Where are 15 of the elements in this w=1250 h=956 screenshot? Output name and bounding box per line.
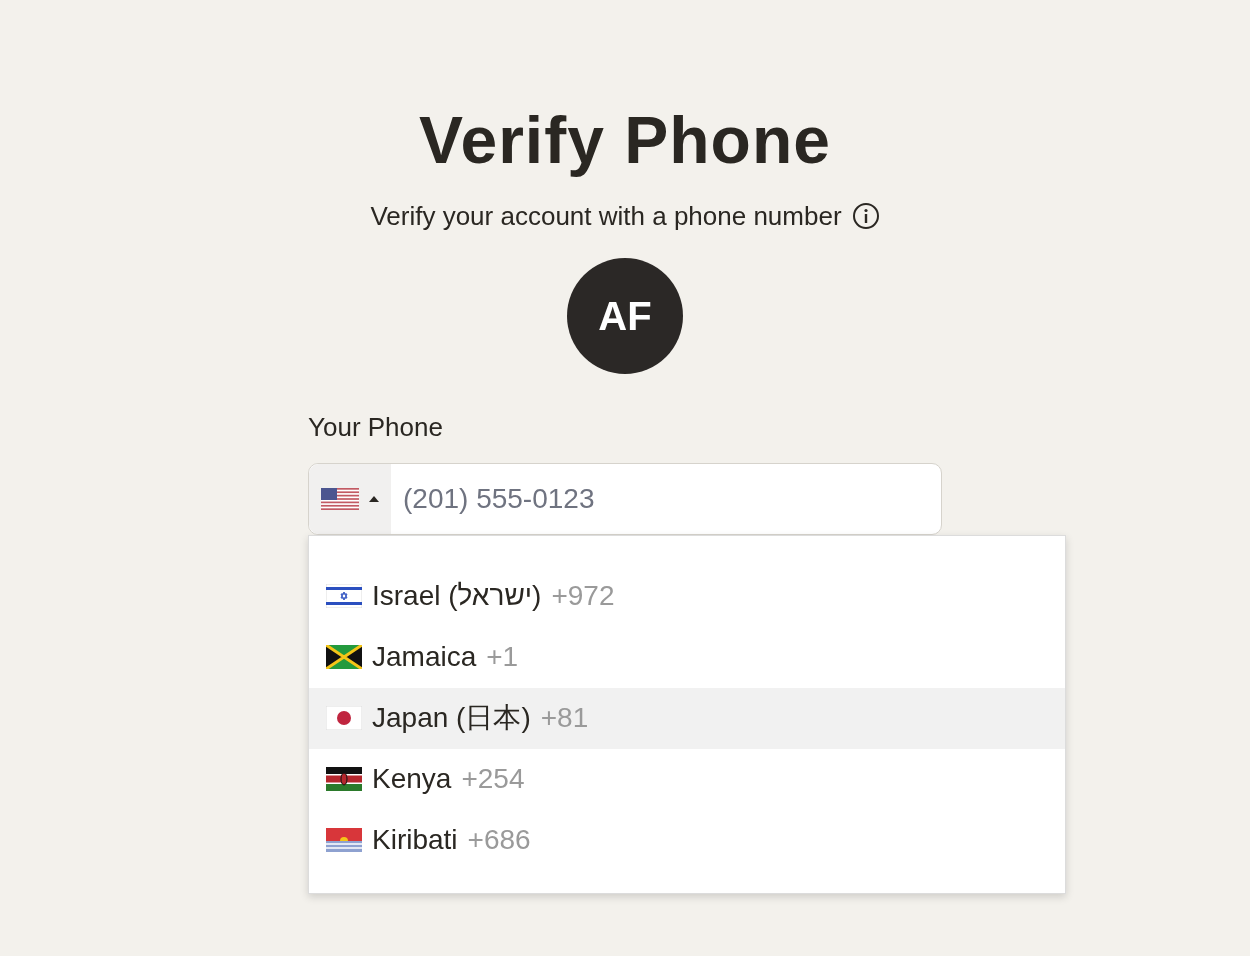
- subtitle: Verify your account with a phone number: [370, 199, 842, 233]
- flag-icon: [326, 584, 362, 609]
- flag-icon: [326, 645, 362, 670]
- flag-icon: [321, 487, 359, 510]
- country-option[interactable]: Japan (日本) +81: [309, 687, 1065, 749]
- flag-icon: [326, 706, 362, 731]
- field-label: Your Phone: [308, 410, 443, 444]
- phone-input[interactable]: (201) 555-0123: [391, 463, 941, 534]
- flag-icon: [326, 767, 362, 792]
- flag-icon: [326, 828, 362, 853]
- info-icon[interactable]: [851, 202, 880, 231]
- page-title: Verify Phone: [418, 104, 832, 177]
- caret-icon: [369, 494, 379, 503]
- country-select-button[interactable]: [309, 463, 391, 534]
- avatar: AF: [567, 257, 683, 374]
